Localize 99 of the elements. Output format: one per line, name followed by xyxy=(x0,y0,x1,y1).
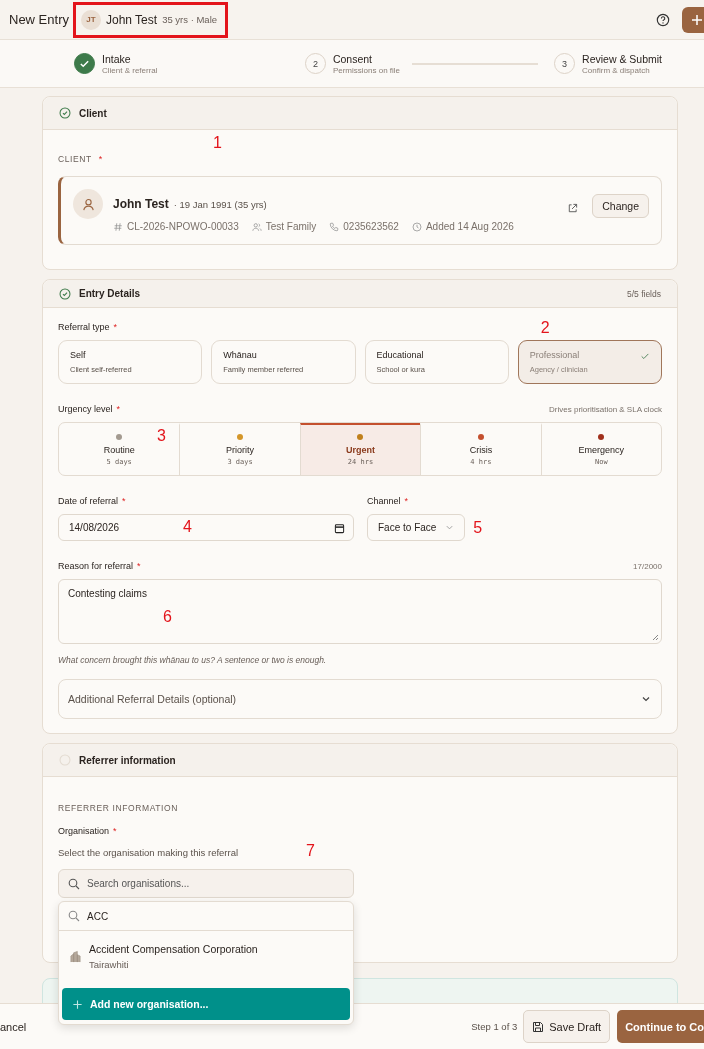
annotation-number: 5 xyxy=(473,518,483,537)
option-title: Self xyxy=(70,350,86,360)
client-meta-text: 0235623562 xyxy=(343,221,399,232)
urgency-name: Crisis xyxy=(469,445,493,455)
field-label: Urgency level xyxy=(58,404,113,414)
required-asterisk: * xyxy=(98,154,103,164)
search-icon xyxy=(68,877,80,890)
patient-meta: 35 yrs · Male xyxy=(162,14,218,25)
people-icon xyxy=(251,221,262,232)
field-label: Referral type xyxy=(58,322,110,332)
reason-value: Contesting claims xyxy=(68,588,147,599)
stepper-step[interactable]: 3 Review & Submit Confirm & dispatch xyxy=(554,52,662,75)
field-label: Channel xyxy=(367,496,401,506)
section-label: REFERRER INFORMATION xyxy=(58,803,178,813)
chevron-down-icon xyxy=(641,694,651,704)
patient-name: John Test xyxy=(105,12,158,27)
external-link-icon[interactable] xyxy=(567,203,579,214)
field-description: Select the organisation making this referral xyxy=(58,847,239,858)
calendar-icon[interactable] xyxy=(334,523,345,534)
date-value: 14/08/2026 xyxy=(69,522,120,533)
field-label: CLIENT xyxy=(58,154,92,164)
urgency-hint: Drives prioritisation & SLA clock xyxy=(549,404,662,414)
plus-icon xyxy=(691,13,703,26)
add-button[interactable] xyxy=(682,6,704,33)
character-counter: 17/2000 xyxy=(633,561,662,571)
urgency-name: Urgent xyxy=(346,445,375,455)
annotation-number: 2 xyxy=(540,319,550,337)
organisation-option[interactable]: Accident Compensation Corporation Tairawhiti xyxy=(59,931,353,988)
step-indicator: 2 xyxy=(304,53,326,74)
required-asterisk: * xyxy=(116,404,121,414)
add-organisation-button[interactable]: Add new organisation... xyxy=(62,988,350,1020)
step-subtitle: Permissions on file xyxy=(332,65,401,75)
field-label: Organisation xyxy=(58,826,110,836)
reason-textarea[interactable]: Contesting claims 6 xyxy=(58,579,662,644)
step-subtitle: Client & referral xyxy=(102,65,158,75)
section-title: Entry Details xyxy=(79,288,141,299)
page-title: New Entry xyxy=(9,12,69,27)
cancel-button[interactable]: ancel xyxy=(0,1020,27,1033)
step-title: Review & Submit xyxy=(582,52,662,65)
organisation-name: Accident Compensation Corporation xyxy=(89,943,258,955)
organisation-region: Tairawhiti xyxy=(89,959,130,970)
annotation-number: 6 xyxy=(163,608,172,626)
change-button[interactable]: Change xyxy=(592,194,649,218)
accordion-header[interactable]: Additional Referral Details (optional) xyxy=(58,679,662,719)
accordion-title: Additional Referral Details (optional) xyxy=(68,693,237,705)
required-asterisk: * xyxy=(113,826,117,836)
stepper-step[interactable]: Intake Client & referral xyxy=(74,52,158,75)
save-icon xyxy=(532,1020,545,1033)
client-meta-text: Test Family xyxy=(265,221,317,232)
section-title: Referrer information xyxy=(79,754,176,766)
section-title: Client xyxy=(79,107,107,119)
chevron-down-icon xyxy=(445,523,455,532)
resize-grip-icon[interactable] xyxy=(651,633,659,641)
client-meta-text: CL-2026-NPOWO-00033 xyxy=(127,221,239,232)
step-indicator: 3 xyxy=(554,53,576,74)
search-placeholder: Search organisations... xyxy=(87,878,190,889)
phone-icon xyxy=(329,221,340,232)
annotation-number: 1 xyxy=(213,134,222,152)
option-title: Professional xyxy=(529,350,580,360)
hash-icon xyxy=(113,221,123,232)
annotation-number: 3 xyxy=(157,427,166,445)
building-icon xyxy=(69,950,82,963)
annotation-number: 4 xyxy=(183,518,192,536)
step-subtitle: Confirm & dispatch xyxy=(582,65,651,75)
field-label: Reason for referral xyxy=(58,561,134,571)
option-title: Educational xyxy=(376,350,424,360)
required-asterisk: * xyxy=(113,322,118,332)
dropdown-search-field[interactable]: ACC xyxy=(59,902,353,931)
required-asterisk: * xyxy=(137,561,141,571)
option-title: Whānau xyxy=(223,350,257,360)
save-draft-button[interactable]: Save Draft xyxy=(523,1010,611,1043)
urgency-name: Emergency xyxy=(578,445,625,455)
date-field[interactable]: 14/08/2026 4 xyxy=(58,514,354,541)
urgency-name: Routine xyxy=(103,445,135,455)
urgency-name: Priority xyxy=(226,445,255,455)
help-icon[interactable] xyxy=(656,12,670,27)
client-name: John Test xyxy=(113,197,169,211)
avatar-initials: JT xyxy=(80,9,101,30)
annotation-number: 7 xyxy=(306,842,315,860)
fields-counter: 5/5 fields xyxy=(626,288,661,299)
clock-icon xyxy=(411,221,422,232)
person-icon xyxy=(80,196,96,212)
search-icon xyxy=(68,910,80,922)
plus-icon xyxy=(72,998,83,1010)
client-dob: · 19 Jan 1991 (35 yrs) xyxy=(173,199,267,210)
search-query: ACC xyxy=(87,910,109,922)
continue-button[interactable]: Continue to Co xyxy=(617,1010,704,1043)
field-label: Date of referral xyxy=(58,496,119,506)
step-title: Consent xyxy=(332,52,373,65)
help-text: What concern brought this whānau to us? A sentence or two is enough. xyxy=(58,655,328,665)
stepper-step[interactable]: 2 Consent Permissions on file xyxy=(304,52,401,75)
required-asterisk: * xyxy=(404,496,409,506)
required-asterisk: * xyxy=(122,496,126,506)
check-icon xyxy=(640,351,650,361)
channel-select[interactable]: Face to Face xyxy=(367,514,466,541)
step-counter: Step 1 of 3 xyxy=(471,1021,518,1032)
organisation-search-field[interactable]: Search organisations... xyxy=(58,869,354,898)
client-meta-text: Added 14 Aug 2026 xyxy=(425,221,514,232)
step-title: Intake xyxy=(102,52,132,65)
